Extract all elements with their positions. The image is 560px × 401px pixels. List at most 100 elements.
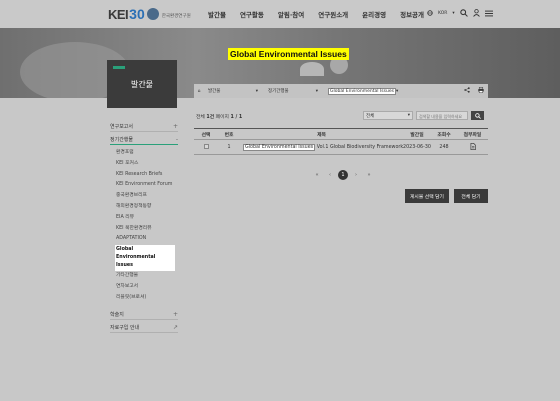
logo-30: 30: [129, 6, 145, 22]
submenu-item[interactable]: ADAPTATION: [116, 234, 178, 245]
sidebar-item-label: 정기간행물: [110, 137, 134, 143]
chevron-down-icon: ▾: [407, 113, 410, 118]
search-icon: [474, 112, 481, 119]
breadcrumb-level2[interactable]: 정기간행물 ▾: [264, 88, 324, 95]
submenu-item[interactable]: 연차보고서: [116, 282, 178, 293]
row-title-rest: Vol.1 Global Biodiversity Framework: [315, 144, 404, 150]
hero-image-sprout: [300, 62, 324, 76]
sidebar-item-periodicals[interactable]: 정기간행물 -: [110, 135, 178, 145]
nav-item-ethics[interactable]: 윤리경영: [362, 9, 386, 19]
row-views: 248: [439, 144, 449, 150]
chevron-down-icon: ▾: [315, 88, 318, 94]
col-views: 조회수: [437, 132, 451, 138]
search-category-value: 전체: [366, 114, 375, 119]
col-title: 제목: [317, 132, 326, 138]
col-number: 번호: [224, 132, 234, 138]
sidebar-item-label: 학술지: [110, 311, 124, 318]
table-header: 선택 번호 제목 발간일 조회수 첨부파일: [194, 128, 488, 140]
pagination: « ‹ 1 › »: [312, 170, 374, 180]
col-select: 선택: [201, 132, 211, 138]
submenu-item[interactable]: KEI 북한환경리뷰: [116, 224, 178, 235]
row-title-link[interactable]: Global Environmental Issues Vol.1 Global…: [240, 143, 404, 151]
list-summary: 전체 1건 페이지 1 / 1: [196, 113, 242, 120]
sidebar-item-label: 자료구입 안내: [110, 324, 140, 331]
row-select-cell: [194, 143, 218, 151]
external-link-icon: ↗: [172, 323, 178, 331]
sidebar-item-purchase-guide[interactable]: 자료구입 안내 ↗: [110, 323, 178, 333]
file-download-icon: [470, 142, 476, 150]
submenu-item[interactable]: KEI Environment Forum: [116, 180, 178, 191]
sidebar-item-research-reports[interactable]: 연구보고서 +: [110, 122, 178, 132]
breadcrumb: ⌂ 발간물 ▾ 정기간행물 ▾ Global Environmental Issue…: [194, 84, 488, 98]
col-date: 발간일: [410, 132, 424, 138]
add-all-button[interactable]: 전체 담기: [454, 189, 488, 203]
search-button[interactable]: [471, 111, 484, 120]
sidebar-item-label: 연구보고서: [110, 124, 134, 130]
logo[interactable]: KEI 30 한국환경연구원: [108, 6, 191, 22]
header-utilities: KOR ▾: [427, 9, 493, 17]
main-nav: 발간물 연구활동 알림·참여 연구원소개 윤리경영 정보공개: [208, 9, 438, 19]
row-checkbox[interactable]: [203, 143, 209, 149]
chevron-down-icon: ▾: [255, 88, 258, 94]
globe-icon[interactable]: [427, 10, 433, 16]
page-label: 페이지: [215, 115, 229, 120]
submenu-item[interactable]: 환경포럼: [116, 148, 178, 159]
submenu-item[interactable]: 리플릿(브로셔): [116, 293, 178, 304]
page-number-current[interactable]: 1: [338, 170, 348, 180]
share-icon[interactable]: [464, 87, 470, 95]
submenu-item[interactable]: KEI Research Briefs: [116, 170, 178, 181]
section-title-box: 발간물: [107, 60, 177, 108]
table-row: 1 Global Environmental Issues Vol.1 Glob…: [194, 140, 488, 155]
breadcrumb-level3[interactable]: Global Environmental Issues ▾: [324, 87, 398, 95]
search-icon[interactable]: [459, 9, 468, 17]
breadcrumb-level1[interactable]: 발간물 ▾: [204, 88, 264, 95]
sidebar-item-journal[interactable]: 학술지 +: [110, 310, 178, 320]
chevron-down-icon: ▾: [395, 88, 399, 94]
submenu-item[interactable]: EIA 리뷰: [116, 213, 178, 224]
row-number: 1: [227, 144, 231, 150]
submenu-item[interactable]: 해외환경정책동향: [116, 202, 178, 213]
sidebar: 연구보고서 + 정기간행물 - 환경포럼 KEI 포커스 KEI Researc…: [110, 122, 178, 336]
nav-item-publications[interactable]: 발간물: [208, 9, 226, 19]
minus-icon: -: [175, 136, 178, 143]
prev-page-icon[interactable]: ‹: [325, 170, 335, 180]
site-header: KEI 30 한국환경연구원 발간물 연구활동 알림·참여 연구원소개 윤리경영…: [0, 0, 560, 28]
sidebar-submenu: 환경포럼 KEI 포커스 KEI Research Briefs KEI Env…: [110, 148, 178, 304]
nav-item-disclosure[interactable]: 정보공개: [400, 9, 424, 19]
user-icon[interactable]: [472, 9, 480, 17]
next-page-icon[interactable]: ›: [351, 170, 361, 180]
logo-kei: KEI: [108, 6, 129, 22]
row-title-highlight: Global Environmental Issues: [243, 143, 316, 151]
col-attachment: 첨부파일: [463, 132, 482, 138]
submenu-item-active[interactable]: Global Environmental Issues: [115, 245, 175, 272]
search-input[interactable]: 검색할 내용을 입력하세요: [416, 111, 468, 120]
breadcrumb-level3-label: Global Environmental Issues: [328, 87, 396, 95]
row-attachment[interactable]: [457, 142, 488, 152]
print-icon[interactable]: [478, 87, 484, 95]
search-category-select[interactable]: 전체 ▾: [363, 111, 413, 120]
submenu-item[interactable]: 중국환경브리프: [116, 191, 178, 202]
submenu-item[interactable]: KEI 포커스: [116, 159, 178, 170]
nav-item-about[interactable]: 연구원소개: [318, 9, 348, 19]
publication-table: 선택 번호 제목 발간일 조회수 첨부파일 1 Global Environme…: [194, 128, 488, 155]
breadcrumb-level2-label: 정기간행물: [268, 89, 289, 94]
select-add-button[interactable]: 게시물 선택 담기: [405, 189, 449, 203]
breadcrumb-level1-label: 발간물: [208, 89, 221, 94]
menu-icon[interactable]: [484, 10, 493, 17]
plus-icon: +: [172, 123, 178, 130]
row-date: 2023-06-30: [403, 144, 431, 150]
nav-item-notice[interactable]: 알림·참여: [278, 9, 304, 19]
nav-item-research[interactable]: 연구활동: [240, 9, 264, 19]
home-icon[interactable]: ⌂: [194, 89, 204, 94]
first-page-icon[interactable]: «: [312, 170, 322, 180]
anniversary-badge-icon: [146, 8, 159, 20]
language-selector[interactable]: KOR: [438, 11, 447, 16]
logo-subtitle: 한국환경연구원: [161, 14, 191, 19]
total-label: 전체: [196, 115, 205, 120]
page-value: 1 / 1: [230, 115, 243, 120]
plus-icon: +: [172, 310, 178, 318]
page-title: Global Environmental Issues: [228, 48, 349, 60]
last-page-icon[interactable]: »: [364, 170, 374, 180]
breadcrumb-tools: [464, 87, 484, 95]
submenu-item[interactable]: 기타간행물: [116, 271, 178, 282]
